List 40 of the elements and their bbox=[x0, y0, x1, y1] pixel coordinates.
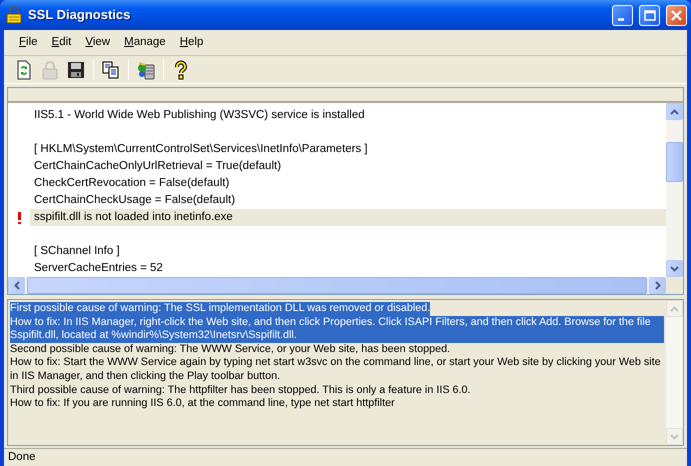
menu-item[interactable]: Help bbox=[172, 32, 210, 54]
chevron-up-icon bbox=[670, 306, 679, 312]
log-line: ServerCacheEntries = 52 bbox=[33, 261, 164, 276]
minimize-icon bbox=[618, 18, 624, 20]
chevron-right-icon bbox=[654, 281, 660, 290]
detail-text: Third possible cause of warning: The httpfilter has been stopped. This is only a feature in IIS 6.0. bbox=[10, 384, 471, 398]
log-line: [ SChannel Info ] bbox=[33, 244, 121, 259]
log-line: CertChainCheckUsage = False(default) bbox=[33, 193, 236, 208]
log-line: IIS5.1 - World Wide Web Publishing (W3SVC) service is installed bbox=[33, 108, 366, 123]
scroll-left-button[interactable] bbox=[8, 277, 25, 294]
log-line: CertChainCacheOnlyUrlRetrieval = True(default) bbox=[33, 159, 282, 174]
lock-icon bbox=[6, 6, 22, 24]
menu-item[interactable]: Manage bbox=[117, 32, 173, 54]
minimize-button[interactable] bbox=[612, 4, 633, 26]
scroll-down-button[interactable] bbox=[666, 260, 683, 277]
chevron-up-icon bbox=[670, 108, 679, 114]
detail-text: First possible cause of warning: The SSL implementation DLL was removed or disabled. bbox=[10, 302, 430, 316]
scroll-up-button[interactable] bbox=[666, 103, 683, 120]
log-line: [ HKLM\System\CurrentControlSet\Services\InetInfo\Parameters ] bbox=[33, 142, 369, 157]
maximize-icon bbox=[642, 8, 657, 22]
log-line: CheckCertRevocation = False(default) bbox=[33, 176, 230, 191]
maximize-button[interactable] bbox=[639, 4, 660, 26]
chevron-down-icon bbox=[670, 434, 679, 440]
window-title: SSL Diagnostics bbox=[28, 6, 132, 24]
close-button[interactable] bbox=[666, 4, 687, 26]
close-icon bbox=[669, 8, 684, 22]
status-text: Done bbox=[8, 450, 36, 465]
detail-text: Second possible cause of warning: The WWW Service, or your Web site, has been stopped. bbox=[10, 342, 450, 356]
vertical-scrollbar[interactable] bbox=[666, 103, 683, 277]
scroll-thumb[interactable] bbox=[666, 142, 683, 182]
detail-text: How to fix: If you are running IIS 6.0, at the command line, type net start httpfilter bbox=[10, 397, 395, 411]
menu-item[interactable]: View bbox=[78, 32, 118, 54]
scroll-right-button[interactable] bbox=[649, 277, 666, 294]
detail-text: How to fix: In IIS Manager, right-click the Web site, and then click Properties. Click ISAPI Filters, and then click Add. Browse for the file Sspifilt.dll, located at %windir%\System32\Inetsrv\Sspifilt.dll. bbox=[10, 316, 664, 343]
chevron-down-icon bbox=[670, 266, 679, 272]
chevron-left-icon bbox=[14, 281, 20, 290]
menu-item[interactable]: File bbox=[12, 32, 45, 54]
detail-text: How to fix: Start the WWW Service again by typing net start w3svc on the command line, or start your Web site by clicking your Web site in IIS Manager, and then clicking the Play toolbar button. bbox=[10, 356, 662, 384]
menu-item[interactable]: Edit bbox=[44, 32, 78, 54]
scrollbar-corner bbox=[666, 277, 683, 294]
